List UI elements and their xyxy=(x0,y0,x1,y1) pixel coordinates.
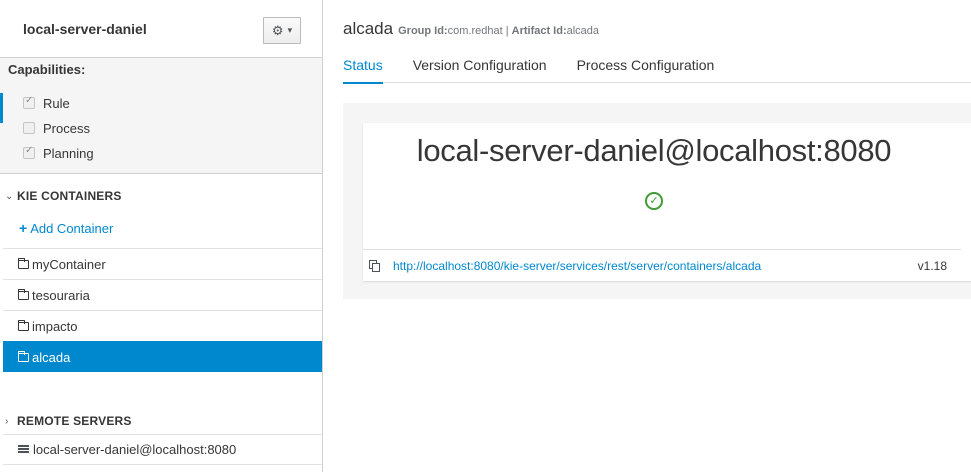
container-version: v1.18 xyxy=(917,259,947,273)
main-content: alcada Group Id:com.redhat | Artifact Id… xyxy=(343,0,971,472)
capability-rule-checkbox xyxy=(23,95,35,109)
copy-icon[interactable] xyxy=(369,259,381,272)
capability-process: Process xyxy=(23,119,90,137)
status-panel: local-server-daniel@localhost:8080 ✓ htt… xyxy=(343,103,971,299)
group-id-value: com.redhat xyxy=(447,25,503,37)
kie-containers-title: KIE CONTAINERS xyxy=(17,189,122,203)
container-name: alcada xyxy=(343,19,394,38)
server-status-card: local-server-daniel@localhost:8080 ✓ htt… xyxy=(363,123,971,281)
container-item-tesouraria[interactable]: tesouraria xyxy=(3,279,322,310)
folder-icon xyxy=(18,288,29,300)
container-item-label: impacto xyxy=(32,318,78,334)
capabilities-title: Capabilities: xyxy=(8,62,86,77)
folder-icon xyxy=(18,319,29,331)
tab-version-configuration[interactable]: Version Configuration xyxy=(413,55,547,83)
tab-status[interactable]: Status xyxy=(343,55,383,84)
capability-label: Planning xyxy=(43,145,94,161)
plus-icon: + xyxy=(19,220,28,236)
check-circle-icon: ✓ xyxy=(645,192,663,210)
folder-icon xyxy=(18,350,29,362)
container-item-label: alcada xyxy=(32,349,71,365)
folder-icon xyxy=(18,257,29,269)
container-heading: alcada Group Id:com.redhat | Artifact Id… xyxy=(343,19,599,39)
container-item-label: myContainer xyxy=(32,256,106,272)
artifact-id-value: alcada xyxy=(566,25,600,37)
gear-icon: ⚙ xyxy=(271,23,284,38)
status-card-footer: http://localhost:8080/kie-server/service… xyxy=(363,249,961,281)
server-settings-button[interactable]: ⚙ ▾ xyxy=(263,17,301,44)
remote-server-item[interactable]: local-server-daniel@localhost:8080 xyxy=(3,434,322,465)
kie-containers-header[interactable]: ⌄ KIE CONTAINERS xyxy=(0,186,322,206)
server-icon xyxy=(18,444,29,455)
capability-planning: Planning xyxy=(23,144,94,162)
container-item-impacto[interactable]: impacto xyxy=(3,310,322,341)
chevron-right-icon: › xyxy=(5,415,9,427)
container-tabs: Status Version Configuration Process Con… xyxy=(343,55,971,84)
capabilities-panel: Capabilities: Rule Process Planning xyxy=(0,58,322,174)
remote-server-label: local-server-daniel@localhost:8080 xyxy=(33,442,237,457)
capability-rule: Rule xyxy=(23,94,70,112)
add-container-link[interactable]: + Add Container xyxy=(19,220,113,236)
remote-server-list: local-server-daniel@localhost:8080 xyxy=(3,434,322,465)
container-url-link[interactable]: http://localhost:8080/kie-server/service… xyxy=(393,259,761,273)
chevron-down-icon: ▾ xyxy=(287,25,293,35)
remote-servers-title: REMOTE SERVERS xyxy=(17,414,132,428)
artifact-id-label: Artifact Id: xyxy=(511,25,567,37)
remote-servers-header[interactable]: › REMOTE SERVERS xyxy=(0,411,322,431)
tab-process-configuration[interactable]: Process Configuration xyxy=(577,55,715,83)
chevron-down-icon: ⌄ xyxy=(5,190,14,202)
status-server-name: local-server-daniel@localhost:8080 xyxy=(416,133,892,168)
capabilities-accent-bar xyxy=(0,93,3,123)
server-header: local-server-daniel ⚙ ▾ xyxy=(0,0,322,58)
container-item-label: tesouraria xyxy=(32,287,90,303)
group-id-label: Group Id: xyxy=(398,25,448,37)
add-container-label: Add Container xyxy=(30,220,114,236)
container-meta: Group Id:com.redhat | Artifact Id:alcada xyxy=(398,25,599,37)
capability-label: Rule xyxy=(43,95,70,111)
container-item-alcada[interactable]: alcada xyxy=(3,341,322,372)
server-name: local-server-daniel xyxy=(23,21,147,37)
capability-label: Process xyxy=(43,120,90,136)
capability-planning-checkbox xyxy=(23,145,35,159)
container-list: myContainer tesouraria impacto alcada xyxy=(3,248,322,372)
container-item-mycontainer[interactable]: myContainer xyxy=(3,248,322,279)
capability-process-checkbox xyxy=(23,122,35,134)
meta-separator: | xyxy=(505,25,509,37)
sidebar: local-server-daniel ⚙ ▾ Capabilities: Ru… xyxy=(0,0,323,472)
